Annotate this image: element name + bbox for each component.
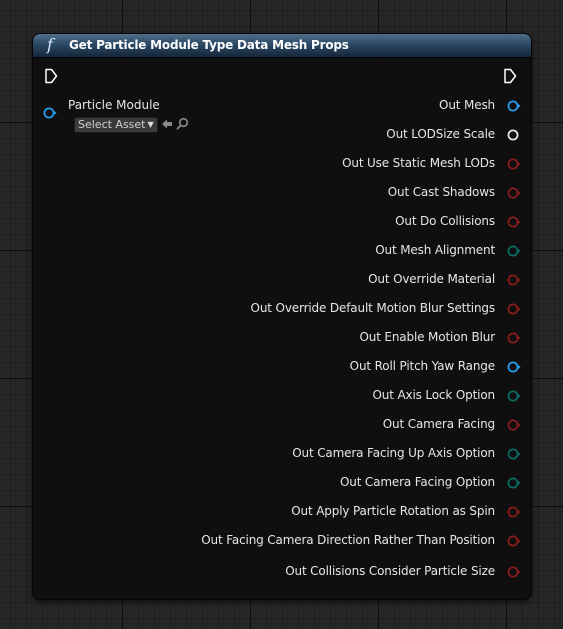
output-pin-row[interactable]: Out Collisions Consider Particle Size: [33, 563, 531, 581]
output-pin-label: Out Enable Motion Blur: [359, 330, 495, 344]
output-pin-row[interactable]: Out Do Collisions: [33, 213, 531, 231]
output-pin-label: Out Camera Facing: [382, 417, 495, 431]
output-pin-icon[interactable]: [507, 505, 521, 519]
output-pin-label: Out Mesh: [439, 98, 495, 112]
exec-out-pin-icon[interactable]: [503, 68, 517, 84]
output-pin-row[interactable]: Out Camera Facing Up Axis Option: [33, 445, 531, 463]
output-pin-icon[interactable]: [507, 244, 521, 258]
output-pin-icon[interactable]: [507, 186, 521, 200]
output-pin-label: Out Cast Shadows: [387, 185, 495, 199]
output-pin-icon[interactable]: [507, 157, 521, 171]
output-pin-label: Out Apply Particle Rotation as Spin: [291, 504, 495, 518]
output-pin-label: Out Camera Facing Up Axis Option: [292, 446, 495, 460]
node-title: Get Particle Module Type Data Mesh Props: [69, 38, 349, 52]
output-pin-icon[interactable]: [507, 331, 521, 345]
output-pin-label: Out Roll Pitch Yaw Range: [349, 359, 495, 373]
output-pin-label: Out Camera Facing Option: [339, 475, 495, 489]
output-pin-row[interactable]: Out Roll Pitch Yaw Range: [33, 358, 531, 376]
output-pin-icon[interactable]: [507, 273, 521, 287]
output-pin-label: Out Axis Lock Option: [372, 388, 495, 402]
function-icon: f: [47, 35, 53, 54]
output-pin-row[interactable]: Out Use Static Mesh LODs: [33, 155, 531, 173]
exec-in-pin-icon[interactable]: [44, 68, 58, 84]
output-pin-row[interactable]: Out Facing Camera Direction Rather Than …: [33, 532, 531, 550]
output-pin-icon[interactable]: [507, 302, 521, 316]
output-pin-label: Out LODSize Scale: [386, 127, 495, 141]
output-pin-row[interactable]: Out Override Default Motion Blur Setting…: [33, 300, 531, 318]
output-pin-icon[interactable]: [507, 447, 521, 461]
output-pin-row[interactable]: Out Override Material: [33, 271, 531, 289]
output-pin-row[interactable]: Out Enable Motion Blur: [33, 329, 531, 347]
output-pin-label: Out Collisions Consider Particle Size: [285, 564, 495, 578]
output-pin-icon[interactable]: [507, 534, 521, 548]
output-pin-icon[interactable]: [507, 389, 521, 403]
output-pin-row[interactable]: Out Mesh Alignment: [33, 242, 531, 260]
output-pin-label: Out Override Default Motion Blur Setting…: [250, 301, 496, 315]
blueprint-node[interactable]: f Get Particle Module Type Data Mesh Pro…: [32, 33, 532, 600]
output-pin-row[interactable]: Out LODSize Scale: [33, 126, 531, 144]
output-pin-row[interactable]: Out Mesh: [33, 97, 531, 115]
output-pin-row[interactable]: Out Camera Facing: [33, 416, 531, 434]
output-pin-label: Out Do Collisions: [395, 214, 495, 228]
output-pin-label: Out Override Material: [368, 272, 495, 286]
output-pin-icon[interactable]: [507, 128, 521, 142]
output-pin-label: Out Facing Camera Direction Rather Than …: [201, 533, 495, 547]
output-pin-icon[interactable]: [507, 476, 521, 490]
output-pin-icon[interactable]: [507, 215, 521, 229]
output-pin-label: Out Use Static Mesh LODs: [342, 156, 495, 170]
output-pin-label: Out Mesh Alignment: [375, 243, 495, 257]
output-pin-row[interactable]: Out Axis Lock Option: [33, 387, 531, 405]
output-pin-icon[interactable]: [507, 418, 521, 432]
output-pin-icon[interactable]: [507, 565, 521, 579]
output-pin-row[interactable]: Out Cast Shadows: [33, 184, 531, 202]
output-pin-icon[interactable]: [507, 360, 521, 374]
node-header[interactable]: f Get Particle Module Type Data Mesh Pro…: [33, 34, 531, 58]
output-pin-row[interactable]: Out Camera Facing Option: [33, 474, 531, 492]
output-pin-row[interactable]: Out Apply Particle Rotation as Spin: [33, 503, 531, 521]
output-pin-icon[interactable]: [507, 99, 521, 113]
